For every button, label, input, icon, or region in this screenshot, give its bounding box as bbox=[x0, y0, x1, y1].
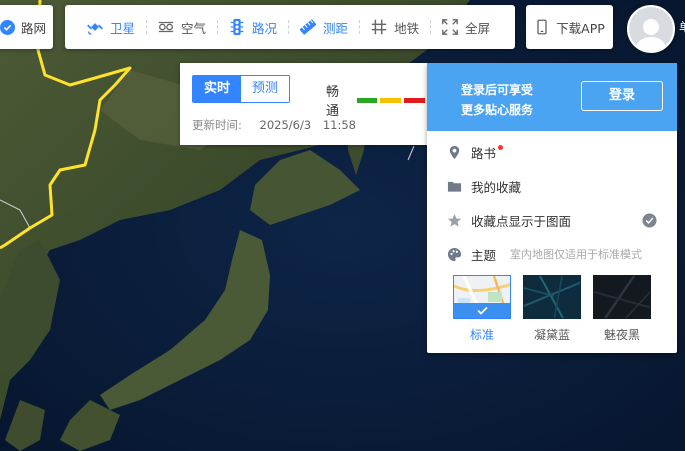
favorites-label: 我的收藏 bbox=[471, 179, 522, 195]
checked-toggle-icon[interactable] bbox=[642, 212, 657, 228]
palette-icon bbox=[447, 247, 462, 261]
check-icon bbox=[0, 19, 15, 35]
location-pin-icon bbox=[449, 145, 460, 159]
update-time: 更新时间: 2025/6/3 11:58 bbox=[192, 117, 370, 133]
map-toolbar: 卫星 空气 路况 测距 地铁 全屏 bbox=[65, 5, 515, 49]
air-quality-button[interactable]: 空气 bbox=[146, 5, 217, 49]
road-network-toggle[interactable]: 路网 bbox=[0, 5, 53, 49]
selected-check bbox=[454, 303, 510, 318]
download-app-button[interactable]: 下载APP bbox=[526, 5, 613, 49]
theme-dark-blue-name: 凝黛蓝 bbox=[533, 328, 570, 342]
tab-forecast[interactable]: 预测 bbox=[241, 76, 289, 102]
traffic-legend-label: 畅通 bbox=[326, 85, 340, 119]
menu-item-show-favorites[interactable]: 收藏点显示于图面 bbox=[447, 210, 657, 230]
menu-item-favorites[interactable]: 我的收藏 bbox=[447, 176, 657, 196]
theme-selector: 标准 凝黛蓝 魅夜黑 bbox=[453, 275, 663, 343]
measure-distance-button[interactable]: 测距 bbox=[288, 5, 359, 49]
new-badge-dot bbox=[498, 144, 504, 150]
traffic-legend: 畅通 bbox=[326, 81, 428, 119]
menu-item-theme: 主题 室内地图仅适用于标准模式 bbox=[447, 244, 657, 264]
update-clock: 11:58 bbox=[322, 118, 356, 132]
subway-label: 地铁 bbox=[394, 20, 420, 36]
fullscreen-label: 全屏 bbox=[465, 20, 491, 36]
theme-label: 主题 bbox=[471, 247, 497, 263]
theme-night-black-preview bbox=[593, 275, 651, 319]
subway-button[interactable]: 地铁 bbox=[359, 5, 430, 49]
air-quality-label: 空气 bbox=[181, 20, 207, 36]
theme-standard-name: 标准 bbox=[469, 328, 494, 342]
theme-standard-preview bbox=[453, 275, 511, 319]
update-date: 2025/6/3 bbox=[259, 118, 312, 132]
tab-realtime[interactable]: 实时 bbox=[193, 76, 241, 102]
theme-dark-blue-preview bbox=[523, 275, 581, 319]
subway-icon bbox=[371, 19, 387, 35]
road-network-label: 路网 bbox=[21, 20, 47, 36]
theme-standard[interactable]: 标准 bbox=[453, 275, 511, 343]
login-promo: 登录后可享受 更多贴心服务 登录 bbox=[427, 63, 677, 131]
theme-night-black-name: 魅夜黑 bbox=[603, 328, 640, 342]
satellite-icon bbox=[87, 23, 103, 35]
traffic-panel: 实时 预测 畅通 更新时间: 2025/6/3 11:58 bbox=[180, 63, 428, 145]
username-text[interactable]: 单 bbox=[679, 18, 685, 35]
satellite-button[interactable]: 卫星 bbox=[75, 5, 146, 49]
satellite-label: 卫星 bbox=[110, 20, 136, 36]
theme-hint: 室内地图仅适用于标准模式 bbox=[510, 248, 643, 261]
air-quality-icon bbox=[158, 21, 174, 33]
show-favorites-label: 收藏点显示于图面 bbox=[471, 213, 572, 229]
ruler-icon bbox=[299, 19, 317, 35]
legend-red bbox=[404, 97, 425, 103]
star-icon bbox=[447, 213, 462, 227]
update-label: 更新时间: bbox=[192, 118, 242, 132]
download-app-label: 下载APP bbox=[556, 20, 605, 36]
legend-yellow bbox=[380, 97, 402, 103]
menu-item-roadbook[interactable]: 路书 bbox=[447, 142, 657, 162]
fullscreen-icon bbox=[442, 19, 458, 35]
folder-icon bbox=[447, 181, 462, 192]
promo-line-2: 更多贴心服务 bbox=[461, 103, 534, 117]
theme-dark-blue[interactable]: 凝黛蓝 bbox=[523, 275, 581, 343]
roadbook-label: 路书 bbox=[471, 145, 497, 161]
measure-distance-label: 测距 bbox=[323, 20, 349, 36]
theme-night-black[interactable]: 魅夜黑 bbox=[593, 275, 651, 343]
traffic-button[interactable]: 路况 bbox=[217, 5, 288, 49]
login-button[interactable]: 登录 bbox=[581, 81, 663, 111]
traffic-label: 路况 bbox=[252, 20, 278, 36]
promo-line-1: 登录后可享受 bbox=[461, 83, 534, 97]
legend-green bbox=[356, 97, 378, 103]
fullscreen-button[interactable]: 全屏 bbox=[430, 5, 501, 49]
phone-icon bbox=[537, 19, 547, 35]
user-avatar[interactable] bbox=[627, 5, 675, 53]
default-avatar-icon bbox=[635, 19, 667, 51]
user-menu: 登录后可享受 更多贴心服务 登录 路书 我的收藏 收藏点显示于图面 主题 室内地… bbox=[427, 63, 677, 353]
traffic-mode-switch: 实时 预测 bbox=[192, 75, 290, 103]
traffic-light-icon bbox=[230, 18, 244, 36]
